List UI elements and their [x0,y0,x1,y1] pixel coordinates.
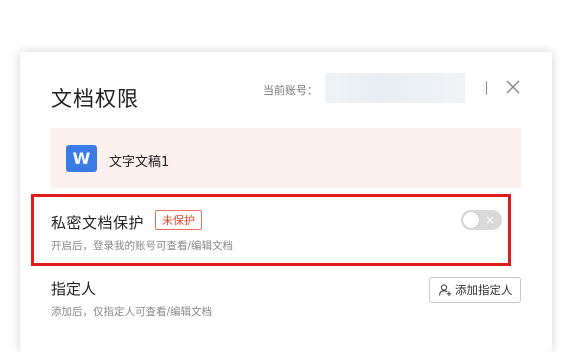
status-badge: 未保护 [155,210,202,230]
private-protection-toggle[interactable]: × [461,210,502,230]
toggle-off-icon: × [485,213,496,227]
private-protection-title: 私密文档保护 [51,214,145,232]
designated-person-description: 添加后，仅指定人可查看/编辑文档 [51,306,213,318]
file-info-row: W 文字文稿1 [51,128,521,188]
close-icon[interactable] [504,78,522,96]
writer-doc-icon: W [66,145,97,172]
designated-person-title: 指定人 [51,280,97,298]
document-permission-dialog: 文档权限 当前账号： W 文字文稿1 私密文档保护 未保护 开启后，登录我的账号… [20,52,552,352]
writer-doc-icon-letter: W [72,149,91,168]
add-user-icon [438,284,452,296]
dialog-title: 文档权限 [51,87,139,111]
file-name: 文字文稿1 [109,155,170,170]
toggle-knob [463,212,479,228]
header-divider [486,81,487,95]
add-designated-person-button[interactable]: 添加指定人 [429,277,521,303]
private-protection-description: 开启后，登录我的账号可查看/编辑文档 [51,240,234,252]
current-account-label: 当前账号： [263,84,318,97]
current-account-value [325,73,465,103]
add-designated-person-label: 添加指定人 [455,283,513,297]
